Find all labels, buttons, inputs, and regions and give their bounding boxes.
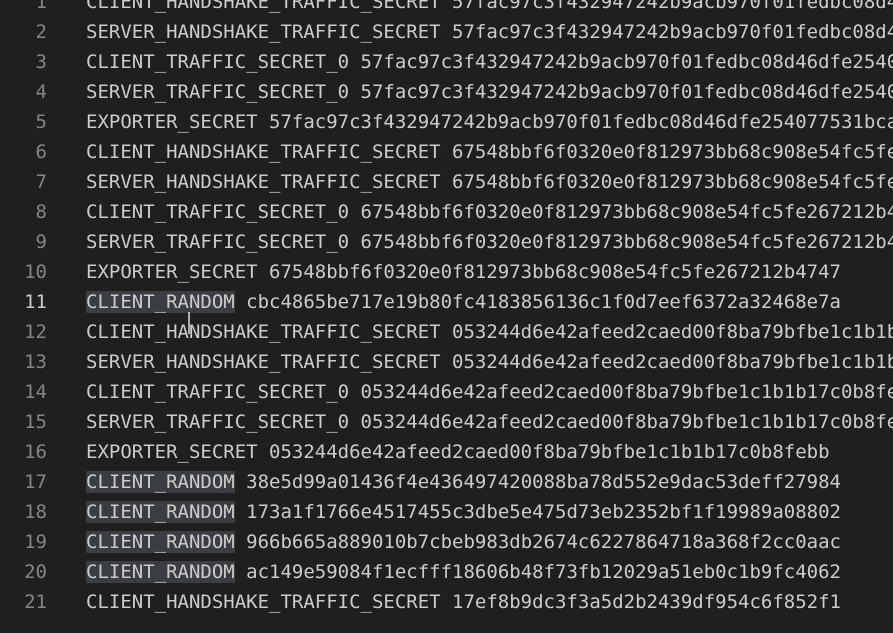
line-number: 12 — [24, 321, 47, 343]
line-text: EXPORTER_SECRET 67548bbf6f0320e0f812973b… — [86, 261, 841, 283]
editor-line[interactable]: 18 CLIENT_RANDOM 173a1f1766e4517455c3dbe5… — [0, 497, 893, 527]
editor-line[interactable]: 6 CLIENT_HANDSHAKE_TRAFFIC_SECRET 67548bb… — [0, 137, 893, 167]
editor-line[interactable]: 21 CLIENT_HANDSHAKE_TRAFFIC_SECRET 17ef8b… — [0, 587, 893, 617]
line-number: 21 — [24, 591, 47, 613]
editor-line[interactable]: 10 EXPORTER_SECRET 67548bbf6f0320e0f81297… — [0, 257, 893, 287]
editor-line[interactable]: 17 CLIENT_RANDOM 38e5d99a01436f4e43649742… — [0, 467, 893, 497]
line-number: 10 — [24, 261, 47, 283]
line-text: EXPORTER_SECRET 053244d6e42afeed2caed00f… — [86, 441, 830, 463]
line-text: CLIENT_TRAFFIC_SECRET_0 57fac97c3f432947… — [86, 51, 893, 73]
line-text: EXPORTER_SECRET 57fac97c3f432947242b9acb… — [86, 111, 893, 133]
line-number: 17 — [24, 471, 47, 493]
editor-line[interactable]: 16 EXPORTER_SECRET 053244d6e42afeed2caed0… — [0, 437, 893, 467]
editor-line[interactable]: 3 CLIENT_TRAFFIC_SECRET_0 57fac97c3f43294… — [0, 47, 893, 77]
line-text: CLIENT_TRAFFIC_SECRET_0 053244d6e42afeed… — [86, 381, 893, 403]
line-number: 16 — [24, 441, 47, 463]
editor-line[interactable]: 5 EXPORTER_SECRET 57fac97c3f432947242b9ac… — [0, 107, 893, 137]
editor-line[interactable]: 14 CLIENT_TRAFFIC_SECRET_0 053244d6e42afe… — [0, 377, 893, 407]
line-text: CLIENT_RANDOM 173a1f1766e4517455c3dbe5e4… — [86, 501, 841, 523]
editor-line[interactable]: 19 CLIENT_RANDOM 966b665a889010b7cbeb983d… — [0, 527, 893, 557]
line-text: CLIENT_TRAFFIC_SECRET_0 67548bbf6f0320e0… — [86, 201, 893, 223]
editor-line[interactable]: 13 SERVER_HANDSHAKE_TRAFFIC_SECRET 053244… — [0, 347, 893, 377]
line-text: SERVER_HANDSHAKE_TRAFFIC_SECRET 57fac97c… — [86, 21, 893, 43]
line-text: CLIENT_HANDSHAKE_TRAFFIC_SECRET 17ef8b9d… — [86, 591, 841, 613]
line-number: 1 — [35, 0, 47, 13]
line-number: 7 — [35, 171, 47, 193]
editor-line[interactable]: 15 SERVER_TRAFFIC_SECRET_0 053244d6e42afe… — [0, 407, 893, 437]
line-number: 9 — [35, 231, 47, 253]
line-number: 19 — [24, 531, 47, 553]
word-highlight: CLIENT_RANDOM — [86, 471, 235, 493]
editor-line[interactable]: 12 CLIENT_HANDSHAKE_TRAFFIC_SECRET 053244… — [0, 317, 893, 347]
line-number: 11 — [24, 291, 47, 313]
line-number: 8 — [35, 201, 47, 223]
line-text: CLIENT_RANDOM 38e5d99a01436f4e4364974200… — [86, 471, 841, 493]
line-number: 20 — [24, 561, 47, 583]
line-text: CLIENT_RANDOM ac149e59084f1ecfff18606b48… — [86, 561, 841, 583]
word-highlight: CLIENT_RANDOM — [86, 291, 235, 313]
editor-line[interactable]: 7 SERVER_HANDSHAKE_TRAFFIC_SECRET 67548bb… — [0, 167, 893, 197]
line-number: 18 — [24, 501, 47, 523]
line-text: SERVER_TRAFFIC_SECRET_0 67548bbf6f0320e0… — [86, 231, 893, 253]
editor-line[interactable]: 11 CLIENT_RANDOM cbc4865be717e19b80fc4183… — [0, 287, 893, 317]
line-text: SERVER_TRAFFIC_SECRET_0 57fac97c3f432947… — [86, 81, 893, 103]
editor-line[interactable]: 1 CLIENT_HANDSHAKE_TRAFFIC_SECRET 57fac97… — [0, 0, 893, 17]
line-number: 2 — [35, 21, 47, 43]
editor-lines: 1 CLIENT_HANDSHAKE_TRAFFIC_SECRET 57fac97… — [0, 0, 893, 617]
line-number: 6 — [35, 141, 47, 163]
line-text: CLIENT_HANDSHAKE_TRAFFIC_SECRET 57fac97c… — [86, 0, 893, 13]
line-text: CLIENT_RANDOM 966b665a889010b7cbeb983db2… — [86, 531, 841, 553]
line-number: 15 — [24, 411, 47, 433]
editor-line[interactable]: 8 CLIENT_TRAFFIC_SECRET_0 67548bbf6f0320e… — [0, 197, 893, 227]
text-cursor — [188, 312, 190, 334]
line-number: 4 — [35, 81, 47, 103]
line-text: SERVER_HANDSHAKE_TRAFFIC_SECRET 053244d6… — [86, 351, 893, 373]
line-text: CLIENT_HANDSHAKE_TRAFFIC_SECRET 053244d6… — [86, 321, 893, 343]
line-text: SERVER_HANDSHAKE_TRAFFIC_SECRET 67548bbf… — [86, 171, 893, 193]
line-text: CLIENT_HANDSHAKE_TRAFFIC_SECRET 67548bbf… — [86, 141, 893, 163]
line-text: CLIENT_RANDOM cbc4865be717e19b80fc418385… — [86, 291, 841, 313]
code-editor[interactable]: 1 CLIENT_HANDSHAKE_TRAFFIC_SECRET 57fac97… — [0, 0, 893, 633]
editor-line[interactable]: 20 CLIENT_RANDOM ac149e59084f1ecfff18606b… — [0, 557, 893, 587]
editor-line[interactable]: 9 SERVER_TRAFFIC_SECRET_0 67548bbf6f0320e… — [0, 227, 893, 257]
line-number: 3 — [35, 51, 47, 73]
line-number: 5 — [35, 111, 47, 133]
line-number: 14 — [24, 381, 47, 403]
word-highlight: CLIENT_RANDOM — [86, 561, 235, 583]
word-highlight: CLIENT_RANDOM — [86, 531, 235, 553]
word-highlight: CLIENT_RANDOM — [86, 501, 235, 523]
editor-line[interactable]: 4 SERVER_TRAFFIC_SECRET_0 57fac97c3f43294… — [0, 77, 893, 107]
editor-line[interactable]: 2 SERVER_HANDSHAKE_TRAFFIC_SECRET 57fac97… — [0, 17, 893, 47]
line-text: SERVER_TRAFFIC_SECRET_0 053244d6e42afeed… — [86, 411, 893, 433]
line-number: 13 — [24, 351, 47, 373]
